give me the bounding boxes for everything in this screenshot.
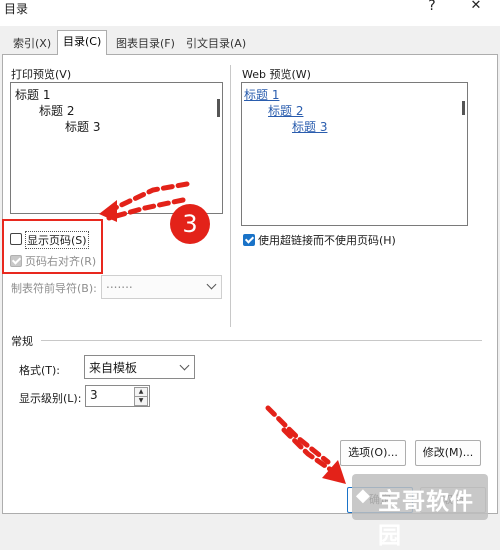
print-preview-heading-3: 标题 3 xyxy=(65,120,101,134)
right-align-label: 页码右对齐(R) xyxy=(25,255,97,268)
watermark-text: 宝哥软件园 xyxy=(378,489,474,549)
web-preview-scrollbar[interactable] xyxy=(462,101,465,115)
chevron-down-icon xyxy=(179,360,190,371)
title-bar: 目录 ? ✕ xyxy=(0,0,500,26)
use-hyperlinks-label: 使用超链接而不使用页码(H) xyxy=(258,234,396,247)
show-page-numbers-checkbox[interactable] xyxy=(10,233,22,245)
close-button[interactable]: ✕ xyxy=(464,0,488,13)
watermark: ◆ 宝哥软件园 xyxy=(352,474,488,549)
tab-leader-select[interactable]: ....... xyxy=(101,275,222,299)
tab-index[interactable]: 索引(X) xyxy=(7,32,57,56)
tab-leader-value: ....... xyxy=(106,277,133,291)
annotation-arrow-2 xyxy=(265,405,346,484)
use-hyperlinks-checkbox[interactable] xyxy=(243,234,255,246)
tab-table-of-figures[interactable]: 图表目录(F) xyxy=(110,32,181,56)
tab-table-of-authorities[interactable]: 引文目录(A) xyxy=(180,32,252,56)
web-preview-heading-2[interactable]: 标题 2 xyxy=(268,102,303,119)
right-align-checkbox[interactable] xyxy=(10,255,22,267)
watermark-logo-icon: ◆ xyxy=(356,485,370,506)
chevron-down-icon xyxy=(206,279,217,290)
format-value: 来自模板 xyxy=(89,361,138,375)
options-button[interactable]: 选项(O)... xyxy=(340,440,406,466)
format-label: 格式(T): xyxy=(19,364,61,377)
show-levels-label: 显示级别(L): xyxy=(19,392,82,405)
general-section-label: 常规 xyxy=(11,335,33,348)
web-preview-box: 标题 1 标题 2 标题 3 xyxy=(241,82,468,226)
annotation-arrow-1 xyxy=(99,181,190,222)
show-page-numbers-label: 显示页码(S) xyxy=(25,231,89,249)
tab-leader-label: 制表符前导符(B): xyxy=(11,282,97,295)
web-preview-heading-1[interactable]: 标题 1 xyxy=(244,86,279,103)
web-preview-heading-3[interactable]: 标题 3 xyxy=(292,118,327,135)
print-preview-heading-2: 标题 2 xyxy=(39,104,75,118)
print-preview-scrollbar[interactable] xyxy=(217,99,220,117)
print-preview-heading-1: 标题 1 xyxy=(15,88,51,102)
column-divider xyxy=(230,65,231,327)
general-divider xyxy=(41,340,482,341)
print-preview-label: 打印预览(V) xyxy=(11,68,72,81)
show-levels-spinner[interactable]: 3 ▲ ▼ xyxy=(85,385,150,407)
dialog-title: 目录 xyxy=(4,2,29,16)
spin-down-icon[interactable]: ▼ xyxy=(134,396,148,406)
help-button[interactable]: ? xyxy=(420,0,444,14)
modify-button[interactable]: 修改(M)... xyxy=(415,440,481,466)
show-levels-value: 3 xyxy=(90,388,98,402)
format-select[interactable]: 来自模板 xyxy=(84,355,195,379)
web-preview-label: Web 预览(W) xyxy=(242,68,311,81)
tab-toc[interactable]: 目录(C) xyxy=(57,30,108,55)
